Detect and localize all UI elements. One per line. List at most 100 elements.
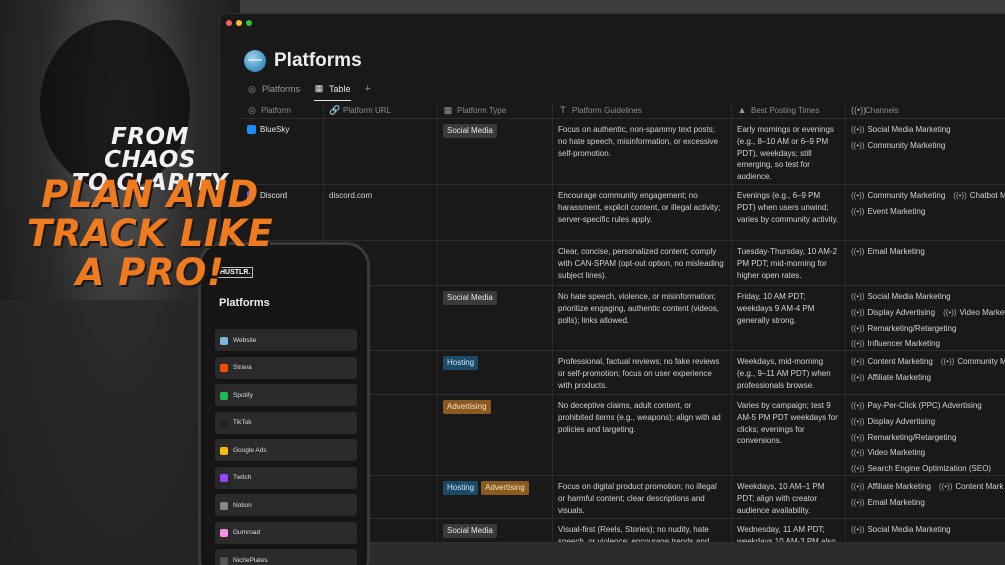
platform-type-cell[interactable]: Social Media bbox=[438, 119, 553, 184]
guidelines-cell[interactable]: Focus on authentic, non-spammy text post… bbox=[553, 119, 732, 184]
channel-tag[interactable]: ((•)) Email Marketing bbox=[851, 497, 925, 509]
channel-label: Community Marketing bbox=[867, 191, 946, 200]
platform-icon bbox=[220, 501, 228, 510]
type-tag: Advertising bbox=[443, 400, 491, 414]
channels-cell[interactable]: ((•)) Social Media Marketing ((•)) Communit… bbox=[846, 119, 1005, 184]
channel-tag[interactable]: ((•)) Chatbot M bbox=[953, 190, 1005, 202]
channel-tag[interactable]: ((•)) Influencer Marketing bbox=[851, 338, 940, 350]
channel-tag[interactable]: ((•)) Display Advertising bbox=[851, 307, 935, 319]
platform-type-cell[interactable]: Hosting Advertising bbox=[438, 476, 553, 518]
headline-line: FROM CHAOS bbox=[104, 124, 196, 173]
guidelines-cell[interactable]: Professional, factual reviews; no fake r… bbox=[553, 351, 732, 394]
phone-list-item[interactable]: NichePlates bbox=[215, 549, 357, 565]
channel-line: ((•)) Search Engine Optimization (SEO) bbox=[851, 463, 1005, 475]
type-tag: Advertising bbox=[481, 481, 529, 495]
guidelines-cell[interactable]: No deceptive claims, adult content, or p… bbox=[553, 395, 732, 475]
channels-cell[interactable]: ((•)) Email Marketing bbox=[846, 241, 1005, 285]
posting-times-cell[interactable]: Evenings (e.g., 6–9 PM PDT) when users u… bbox=[732, 185, 846, 240]
channels-cell[interactable]: ((•)) Community Marketing ((•)) Chatbot M ((… bbox=[846, 185, 1005, 240]
channel-tag[interactable]: ((•)) Remarketing/Retargeting bbox=[851, 323, 956, 335]
platform-url-cell[interactable] bbox=[324, 119, 438, 184]
minimize-window-button[interactable] bbox=[236, 20, 242, 26]
channel-tag[interactable]: ((•)) Event Marketing bbox=[851, 206, 925, 218]
channel-line: ((•)) Pay-Per-Click (PPC) Advertising bbox=[851, 400, 1005, 412]
column-label: Platform bbox=[261, 105, 291, 115]
channel-tag[interactable]: ((•)) Social Media Marketing bbox=[851, 291, 951, 303]
channel-tag[interactable]: ((•)) Email Marketing bbox=[851, 246, 925, 258]
channel-tag[interactable]: ((•)) Remarketing/Retargeting bbox=[851, 432, 956, 444]
column-header-type[interactable]: ▦ Platform Type bbox=[438, 102, 553, 118]
platform-icon bbox=[220, 391, 228, 400]
posting-times-cell[interactable]: Varies by campaign; test 9 AM-5 PM PDT w… bbox=[732, 395, 846, 475]
platform-type-cell[interactable] bbox=[438, 241, 553, 285]
background-bottom bbox=[370, 540, 1005, 565]
channels-cell[interactable]: ((•)) Affiliate Marketing ((•)) Content Mar… bbox=[846, 476, 1005, 518]
close-window-button[interactable] bbox=[226, 20, 232, 26]
add-view-button[interactable]: + bbox=[365, 83, 371, 101]
channel-line: ((•)) Video Marketing bbox=[851, 447, 1005, 459]
column-header-guidelines[interactable]: T Platform Guidelines bbox=[553, 102, 732, 118]
platform-type-cell[interactable] bbox=[438, 185, 553, 240]
guidelines-cell[interactable]: No hate speech, violence, or misinformat… bbox=[553, 286, 732, 350]
guidelines-cell[interactable]: Encourage community engagement; no haras… bbox=[553, 185, 732, 240]
platform-url-cell[interactable]: discord.com bbox=[324, 185, 438, 240]
column-header-platform[interactable]: ◎ Platform bbox=[242, 102, 324, 118]
guidelines-cell[interactable]: Focus on digital product promotion; no i… bbox=[553, 476, 732, 518]
channel-tag[interactable]: ((•)) Display Advertising bbox=[851, 416, 935, 428]
tab-table[interactable]: ▦ Table bbox=[314, 83, 351, 101]
channels-cell[interactable]: ((•)) Social Media Marketing ((•)) Display … bbox=[846, 286, 1005, 350]
guidelines-cell[interactable]: Clear, concise, personalized content; co… bbox=[553, 241, 732, 285]
link-icon: 🔗 bbox=[329, 104, 341, 115]
channel-tag[interactable]: ((•)) Community Marketing bbox=[851, 140, 945, 152]
column-header-times[interactable]: ▲ Best Posting Times bbox=[732, 102, 846, 118]
column-header-channels[interactable]: ((•)) Channels bbox=[846, 102, 1005, 118]
posting-times-cell[interactable]: Tuesday-Thursday, 10 AM-2 PM PDT; mid-mo… bbox=[732, 241, 846, 285]
posting-times-cell[interactable]: Wednesday, 11 AM PDT; weekdays 10 AM-3 P… bbox=[732, 519, 846, 542]
guidelines-cell[interactable]: Visual-first (Reels, Stories); no nudity… bbox=[553, 519, 732, 542]
channel-label: Community M bbox=[957, 357, 1005, 366]
platform-type-cell[interactable]: Social Media bbox=[438, 519, 553, 542]
channel-line: ((•)) Remarketing/Retargeting bbox=[851, 323, 1005, 335]
channel-tag[interactable]: ((•)) Video Market bbox=[943, 307, 1005, 319]
table-row[interactable]: BlueSky Social Media Focus on authentic, n… bbox=[242, 119, 1005, 185]
posting-times-cell[interactable]: Weekdays, mid-morning (e.g., 9–11 AM PDT… bbox=[732, 351, 846, 394]
platform-type-cell[interactable]: Social Media bbox=[438, 286, 553, 350]
phone-item-label: Strava bbox=[233, 364, 252, 371]
channel-label: Remarketing/Retargeting bbox=[867, 432, 957, 442]
channel-tag[interactable]: ((•)) Social Media Marketing bbox=[851, 124, 951, 136]
type-tag: Hosting bbox=[443, 356, 479, 370]
channel-tag[interactable]: ((•)) Video Marketing bbox=[851, 447, 925, 459]
channels-cell[interactable]: ((•)) Social Media Marketing bbox=[846, 519, 1005, 542]
platform-type-cell[interactable]: Advertising bbox=[438, 395, 553, 475]
channel-tag[interactable]: ((•)) Content Mark bbox=[939, 481, 1004, 493]
channel-tag[interactable]: ((•)) Community Marketing bbox=[851, 190, 945, 202]
posting-times-cell[interactable]: Early mornings or evenings (e.g., 8–10 A… bbox=[732, 119, 846, 184]
phone-list-item[interactable]: Notion bbox=[215, 494, 357, 516]
phone-list-item[interactable]: Gumroad bbox=[215, 521, 357, 544]
table-row[interactable]: Discord discord.com Encourage community en… bbox=[242, 185, 1005, 241]
channel-tag[interactable]: ((•)) Content Marketing bbox=[851, 356, 933, 368]
channel-label: Influencer Marketing bbox=[867, 339, 940, 349]
phone-list-item[interactable]: TikTok bbox=[215, 411, 357, 434]
platform-icon bbox=[220, 474, 228, 482]
channel-tag[interactable]: ((•)) Affiliate Marketing bbox=[851, 481, 931, 493]
channel-tag[interactable]: ((•)) Affiliate Marketing bbox=[851, 372, 931, 384]
phone-list-item[interactable]: Twitch bbox=[215, 466, 357, 489]
phone-list-item[interactable]: Website bbox=[215, 329, 357, 351]
platform-type-cell[interactable]: Hosting bbox=[438, 351, 553, 394]
phone-list-item[interactable]: Google Ads bbox=[215, 439, 357, 461]
channel-tag[interactable]: ((•)) Social Media Marketing bbox=[851, 524, 951, 536]
channel-tag[interactable]: ((•)) Search Engine Optimization (SEO) bbox=[851, 463, 991, 475]
channel-tag[interactable]: ((•)) Pay-Per-Click (PPC) Advertising bbox=[851, 400, 982, 412]
channels-cell[interactable]: ((•)) Pay-Per-Click (PPC) Advertising ((•)… bbox=[846, 395, 1005, 475]
phone-list-item[interactable]: Spotify bbox=[215, 384, 357, 406]
phone-list-item[interactable]: Strava bbox=[215, 356, 357, 379]
type-tag: Hosting bbox=[443, 481, 479, 495]
channel-tag[interactable]: ((•)) Community M bbox=[941, 356, 1005, 368]
posting-times-cell[interactable]: Weekdays, 10 AM–1 PM PDT; align with cre… bbox=[732, 476, 846, 518]
tab-platforms[interactable]: ◎ Platforms bbox=[247, 84, 300, 101]
column-header-url[interactable]: 🔗 Platform URL bbox=[324, 102, 438, 118]
channels-cell[interactable]: ((•)) Content Marketing ((•)) Community M ((… bbox=[846, 351, 1005, 394]
posting-times-cell[interactable]: Friday, 10 AM PDT; weekdays 9 AM-4 PM ge… bbox=[732, 286, 846, 350]
maximize-window-button[interactable] bbox=[246, 20, 252, 26]
